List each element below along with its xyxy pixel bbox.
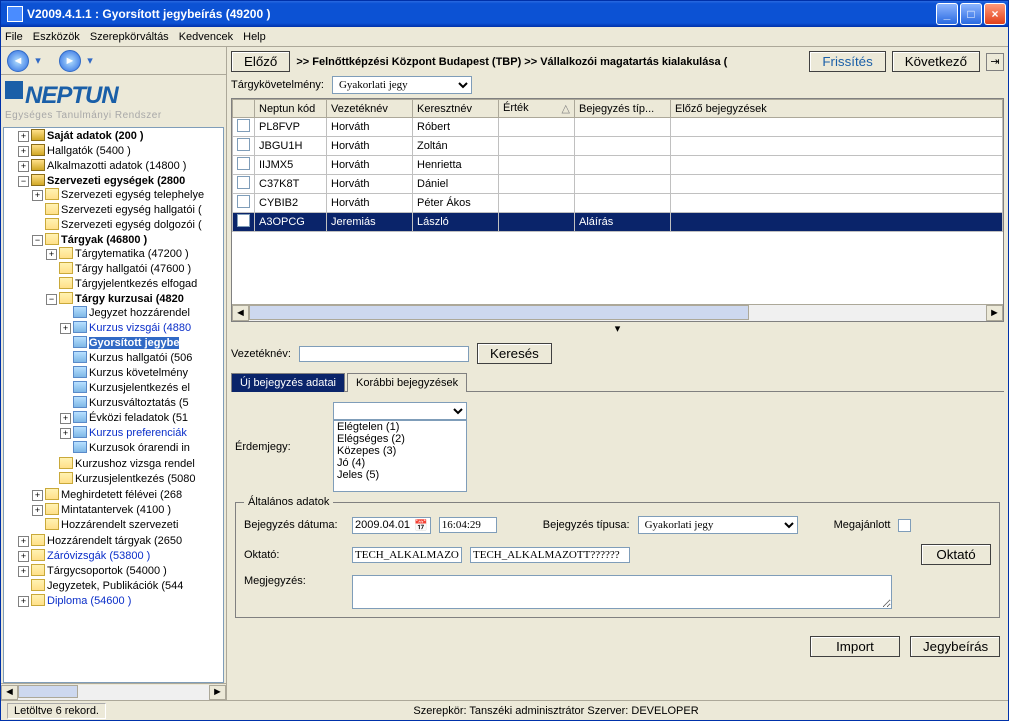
- calendar-icon[interactable]: 📅: [414, 519, 428, 532]
- nav-fwd-dropdown[interactable]: ▾: [85, 54, 95, 67]
- refresh-button[interactable]: Frissítés: [809, 51, 885, 72]
- row-checkbox[interactable]: [237, 214, 250, 227]
- grade-select[interactable]: [333, 402, 467, 420]
- teacher-button[interactable]: Oktató: [921, 544, 991, 565]
- grid-hscroll[interactable]: ◄►: [232, 304, 1003, 321]
- menu-role[interactable]: Szerepkörváltás: [90, 31, 169, 43]
- menu-fav[interactable]: Kedvencek: [179, 31, 233, 43]
- menu-help[interactable]: Help: [243, 31, 266, 43]
- menubar: File Eszközök Szerepkörváltás Kedvencek …: [1, 27, 1008, 47]
- breadcrumb: >> Felnőttképzési Központ Budapest (TBP)…: [296, 56, 803, 68]
- general-fieldset: Általános adatok Bejegyzés dátuma: 2009.…: [235, 496, 1000, 618]
- lastname-label: Vezetéknév:: [231, 348, 291, 360]
- note-label: Megjegyzés:: [244, 575, 344, 587]
- pin-icon[interactable]: ⇥: [986, 53, 1004, 71]
- tree-hscroll[interactable]: ◄►: [1, 683, 226, 700]
- grade-label: Érdemjegy:: [235, 441, 325, 453]
- tab-new-entry[interactable]: Új bejegyzés adatai: [231, 373, 345, 392]
- search-button[interactable]: Keresés: [477, 343, 552, 364]
- teacher-label: Oktató:: [244, 549, 344, 561]
- app-icon: [7, 6, 23, 22]
- students-grid[interactable]: Neptun kód Vezetéknév Keresztnév Érték △…: [231, 98, 1004, 322]
- logo: NEPTUN Egységes Tanulmányi Rendszer: [1, 75, 226, 127]
- table-row[interactable]: PL8FVPHorváthRóbert: [233, 118, 1003, 137]
- nav-toolbar: ◄ ▾ ► ▾: [1, 47, 226, 75]
- status-records: Letöltve 6 rekord.: [7, 703, 106, 719]
- entry-type-select[interactable]: Gyakorlati jegy: [638, 516, 798, 534]
- write-grade-button[interactable]: Jegybeírás: [910, 636, 1000, 657]
- offered-checkbox[interactable]: [898, 519, 911, 532]
- row-checkbox[interactable]: [237, 138, 250, 151]
- entry-time-input[interactable]: [439, 517, 497, 533]
- status-role: Szerepkör: Tanszéki adminisztrátor Szerv…: [413, 705, 698, 717]
- row-checkbox[interactable]: [237, 119, 250, 132]
- requirement-select[interactable]: Gyakorlati jegy: [332, 76, 472, 94]
- nav-back-button[interactable]: ◄: [7, 50, 29, 72]
- splitter-handle-icon[interactable]: ▾: [231, 322, 1004, 335]
- note-textarea[interactable]: [352, 575, 892, 609]
- minimize-button[interactable]: _: [936, 3, 958, 25]
- nav-tree[interactable]: +Saját adatok (200 ) +Hallgatók (5400 ) …: [3, 127, 224, 683]
- row-checkbox[interactable]: [237, 176, 250, 189]
- row-checkbox[interactable]: [237, 195, 250, 208]
- close-button[interactable]: ×: [984, 3, 1006, 25]
- entry-date-input[interactable]: 2009.04.01📅: [352, 517, 431, 534]
- nav-back-dropdown[interactable]: ▾: [33, 54, 43, 67]
- table-row[interactable]: JBGU1HHorváthZoltán: [233, 137, 1003, 156]
- maximize-button[interactable]: □: [960, 3, 982, 25]
- table-row[interactable]: C37K8THorváthDániel: [233, 175, 1003, 194]
- prev-button[interactable]: Előző: [231, 51, 290, 72]
- lastname-input[interactable]: [299, 346, 469, 362]
- table-row[interactable]: A3OPCGJeremiásLászlóAláírás: [233, 213, 1003, 232]
- table-row[interactable]: CYBIB2HorváthPéter Ákos: [233, 194, 1003, 213]
- offered-label: Megajánlott: [834, 519, 891, 531]
- titlebar: V2009.4.1.1 : Gyorsított jegybeírás (492…: [1, 1, 1008, 27]
- entry-date-label: Bejegyzés dátuma:: [244, 519, 344, 531]
- menu-file[interactable]: File: [5, 31, 23, 43]
- table-row[interactable]: IIJMX5HorváthHenrietta: [233, 156, 1003, 175]
- tree-selected: Gyorsított jegybe: [60, 335, 223, 350]
- menu-tools[interactable]: Eszközök: [33, 31, 80, 43]
- nav-fwd-button[interactable]: ►: [59, 50, 81, 72]
- row-checkbox[interactable]: [237, 157, 250, 170]
- entry-type-label: Bejegyzés típusa:: [543, 519, 630, 531]
- teacher-input-2[interactable]: [470, 547, 630, 563]
- requirement-label: Tárgykövetelmény:: [231, 79, 324, 91]
- sort-indicator-icon: △: [562, 102, 570, 115]
- statusbar: Letöltve 6 rekord. Szerepkör: Tanszéki a…: [1, 700, 1008, 720]
- window-title: V2009.4.1.1 : Gyorsított jegybeírás (492…: [27, 7, 934, 21]
- teacher-input-1[interactable]: [352, 547, 462, 563]
- import-button[interactable]: Import: [810, 636, 900, 657]
- next-button[interactable]: Következő: [892, 51, 980, 72]
- tab-prev-entries[interactable]: Korábbi bejegyzések: [347, 373, 467, 392]
- grade-listbox[interactable]: Elégtelen (1) Elégséges (2) Közepes (3) …: [333, 420, 467, 492]
